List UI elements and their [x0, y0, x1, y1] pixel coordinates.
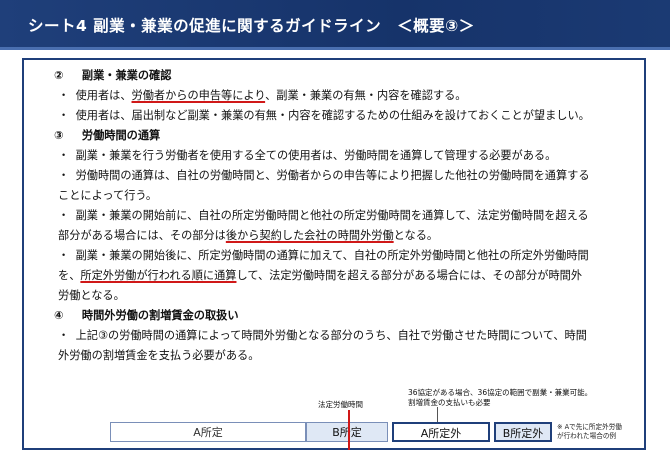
bullet-mark: ・ — [58, 209, 70, 222]
text: ことによって行う。 — [58, 189, 158, 202]
bullet-mark: ・ — [58, 89, 70, 102]
text: 部分がある場合には、その部分は — [58, 229, 226, 242]
agreement-36-line1: 36協定がある場合、36協定の範囲で副業・兼業可能。 — [408, 388, 593, 397]
section-number: ③ — [54, 129, 64, 142]
text: を、 — [58, 269, 81, 282]
text: 外労働の割増賃金を支払う必要がある。 — [58, 349, 260, 362]
agreement-36-line2: 割増賃金の支払いも必要 — [408, 398, 491, 407]
legal-hours-label: 法定労働時間 — [318, 400, 363, 409]
underlined-text: 労働者からの申告等により — [131, 89, 266, 102]
text: 副業・兼業の開始前に、自社の所定労働時間と他社の所定労働時間を通算して、法定労働… — [75, 209, 589, 222]
text: 副業・兼業を行う労働者を使用する全ての使用者は、労働時間を通算して管理する必要が… — [75, 149, 557, 162]
text: 労働となる。 — [58, 289, 125, 302]
bullet-mark: ・ — [58, 169, 70, 182]
content-frame: ② 副業・兼業の確認 ・ 使用者は、労働者からの申告等により、副業・兼業の有無・… — [22, 58, 646, 450]
text: となる。 — [393, 229, 439, 242]
bullet-3-1: ・ 副業・兼業を行う労働者を使用する全ての使用者は、労働時間を通算して管理する必… — [38, 146, 636, 166]
legal-hours-marker — [348, 410, 350, 450]
example-note-line2: が行われた場合の例 — [557, 432, 617, 440]
bullet-3-4: ・ 副業・兼業の開始後に、所定労働時間の通算に加えて、自社の所定外労働時間と他社… — [38, 246, 636, 266]
bar-a-overtime: A所定外 — [392, 422, 490, 442]
bullet-3-4-cont2: 労働となる。 — [38, 286, 636, 306]
section-title: 労働時間の通算 — [81, 129, 161, 142]
bullet-3-4-cont: を、所定外労働が行われる順に通算して、法定労働時間を超える部分がある場合には、そ… — [38, 266, 636, 286]
text: 副業・兼業の開始後に、所定労働時間の通算に加えて、自社の所定外労働時間と他社の所… — [75, 249, 589, 262]
example-note: ※ Aで先に所定外労働 が行われた場合の例 — [557, 423, 622, 441]
header-banner: シート4 副業・兼業の促進に関するガイドライン ＜概要③＞ — [0, 0, 670, 50]
text: 、副業・兼業の有無・内容を確認する。 — [265, 89, 467, 102]
bullet-2-2: ・ 使用者は、届出制など副業・兼業の有無・内容を確認するための仕組みを設けておく… — [38, 106, 636, 126]
agreement-36-note: 36協定がある場合、36協定の範囲で副業・兼業可能。 割増賃金の支払いも必要 — [408, 388, 592, 408]
section-2-heading: ② 副業・兼業の確認 — [38, 66, 636, 86]
section-3-heading: ③ 労働時間の通算 — [38, 126, 636, 146]
bullet-mark: ・ — [58, 329, 70, 342]
annotation-leader-line — [437, 407, 438, 423]
bar-b-scheduled: B所定 — [306, 422, 388, 442]
bar-b-overtime: B所定外 — [494, 422, 552, 442]
bullet-3-3: ・ 副業・兼業の開始前に、自社の所定労働時間と他社の所定労働時間を通算して、法定… — [38, 206, 636, 226]
hours-bar: A所定 B所定 A所定外 B所定外 — [110, 422, 552, 442]
bullet-mark: ・ — [58, 249, 70, 262]
working-hours-diagram: 法定労働時間 36協定がある場合、36協定の範囲で副業・兼業可能。 割増賃金の支… — [110, 386, 634, 450]
text: 使用者は、届出制など副業・兼業の有無・内容を確認するための仕組みを設けておくこと… — [75, 109, 590, 122]
text: 使用者は、 — [75, 89, 132, 102]
guideline-text: ② 副業・兼業の確認 ・ 使用者は、労働者からの申告等により、副業・兼業の有無・… — [38, 66, 636, 366]
text: 労働時間の通算は、自社の労働時間と、労働者からの申告等により把握した他社の労働時… — [75, 169, 590, 182]
bullet-3-2-cont: ことによって行う。 — [38, 186, 636, 206]
text: 上記③の労働時間の通算によって時間外労働となる部分のうち、自社で労働させた時間に… — [75, 329, 587, 342]
bullet-mark: ・ — [58, 109, 70, 122]
underlined-text: 後から契約した会社の時間外労働 — [225, 229, 394, 242]
section-title: 時間外労働の割増賃金の取扱い — [81, 309, 239, 322]
section-4-heading: ④ 時間外労働の割増賃金の取扱い — [38, 306, 636, 326]
bar-a-scheduled: A所定 — [110, 422, 306, 442]
bullet-3-2: ・ 労働時間の通算は、自社の労働時間と、労働者からの申告等により把握した他社の労… — [38, 166, 636, 186]
bullet-2-1: ・ 使用者は、労働者からの申告等により、副業・兼業の有無・内容を確認する。 — [38, 86, 636, 106]
header-stripe — [0, 47, 670, 50]
section-number: ④ — [54, 309, 64, 322]
text: して、法定労働時間を超える部分がある場合には、その部分が時間外 — [236, 269, 583, 282]
bullet-4-1: ・ 上記③の労働時間の通算によって時間外労働となる部分のうち、自社で労働させた時… — [38, 326, 636, 346]
page-title: シート4 副業・兼業の促進に関するガイドライン ＜概要③＞ — [28, 17, 475, 35]
example-note-line1: ※ Aで先に所定外労働 — [557, 423, 622, 431]
section-title: 副業・兼業の確認 — [81, 69, 172, 82]
bullet-mark: ・ — [58, 149, 70, 162]
bullet-4-1-cont: 外労働の割増賃金を支払う必要がある。 — [38, 346, 636, 366]
bullet-3-3-cont: 部分がある場合には、その部分は後から契約した会社の時間外労働となる。 — [38, 226, 636, 246]
underlined-text: 所定外労働が行われる順に通算 — [80, 269, 237, 282]
section-number: ② — [54, 69, 64, 82]
